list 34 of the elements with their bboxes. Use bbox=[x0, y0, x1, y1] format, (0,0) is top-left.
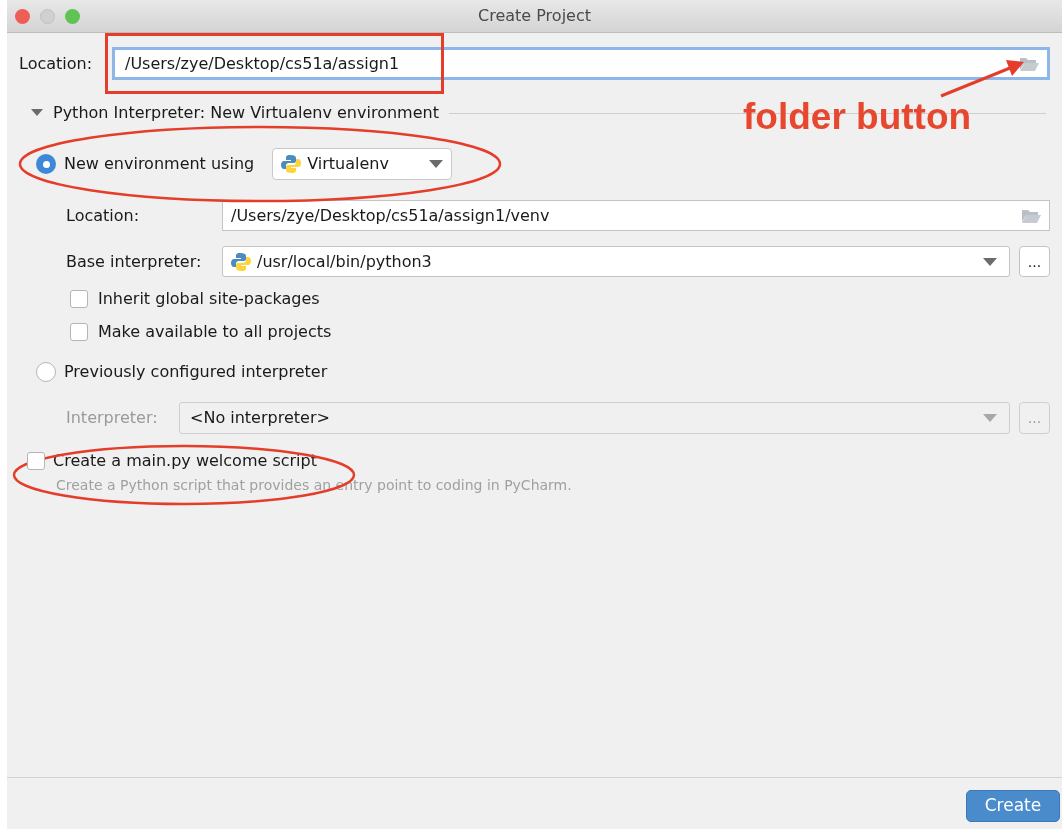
close-button[interactable] bbox=[15, 8, 30, 24]
field-label: Location: bbox=[66, 204, 141, 227]
dropdown-caret-icon bbox=[983, 414, 997, 422]
checkbox[interactable] bbox=[27, 452, 45, 470]
checkbox[interactable] bbox=[70, 290, 88, 308]
environment-dropdown[interactable]: Virtualenv bbox=[272, 148, 453, 180]
base-interpreter-dropdown[interactable]: /usr/local/bin/python3 bbox=[222, 246, 1010, 277]
folder-icon[interactable] bbox=[1019, 55, 1039, 72]
radio-label: New environment using bbox=[64, 153, 255, 175]
dropdown-caret-icon bbox=[983, 257, 997, 266]
checkbox[interactable] bbox=[70, 323, 88, 341]
radio-label: Previously configured interpreter bbox=[64, 361, 328, 383]
folder-icon[interactable] bbox=[1021, 207, 1041, 224]
zoom-button[interactable] bbox=[65, 8, 80, 24]
browse-button[interactable]: ... bbox=[1019, 246, 1050, 277]
checkbox-label: Inherit global site-packages bbox=[98, 288, 320, 310]
dropdown-caret-icon bbox=[429, 160, 444, 168]
field-label: Base interpreter: bbox=[66, 250, 203, 273]
window-title: Create Project bbox=[478, 5, 591, 27]
radio-button[interactable] bbox=[36, 362, 56, 382]
venv-location-field[interactable]: /Users/zye/Desktop/cs51a/assign1/venv bbox=[222, 200, 1050, 231]
field-label: Interpreter: bbox=[66, 407, 159, 429]
collapse-triangle-icon[interactable] bbox=[31, 109, 43, 117]
checkbox-label: Create a main.py welcome script bbox=[53, 450, 317, 472]
section-title: Python Interpreter: New Virtualenv environment bbox=[53, 102, 439, 124]
create-button[interactable]: Create bbox=[966, 790, 1060, 822]
python-icon bbox=[231, 251, 251, 272]
location-field[interactable]: /Users/zye/Desktop/cs51a/assign1 bbox=[112, 47, 1050, 80]
annotation-label: folder button bbox=[743, 98, 972, 135]
radio-button[interactable] bbox=[36, 154, 56, 174]
location-label: Location: bbox=[19, 52, 94, 75]
python-icon bbox=[281, 154, 302, 174]
minimize-button[interactable] bbox=[40, 8, 55, 24]
checkbox-label: Make available to all projects bbox=[98, 321, 332, 343]
